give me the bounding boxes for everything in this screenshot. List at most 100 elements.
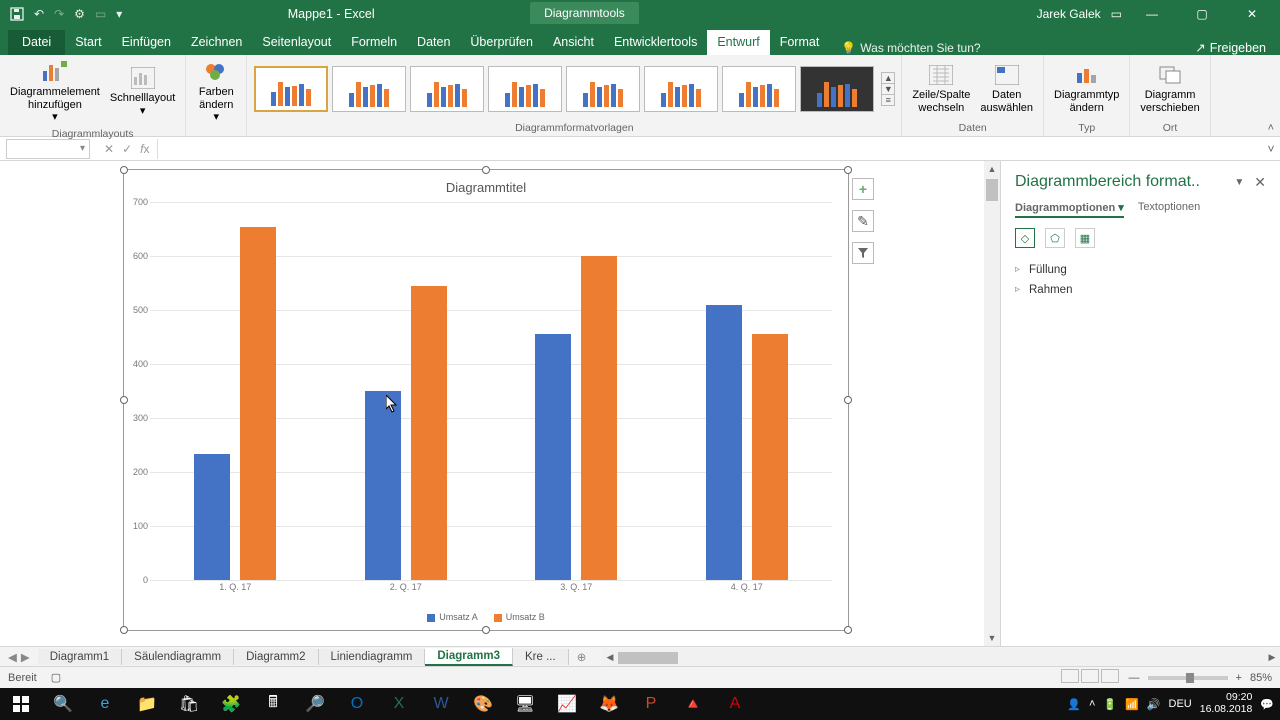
undo-icon[interactable]: ↶ — [34, 7, 44, 21]
border-section[interactable]: Rahmen — [1015, 280, 1266, 300]
store-icon[interactable]: 🛍 — [168, 688, 210, 720]
move-chart-button[interactable]: Diagramm verschieben — [1136, 61, 1203, 116]
redo-icon[interactable]: ↷ — [54, 7, 64, 21]
tab-seitenlayout[interactable]: Seitenlayout — [252, 30, 341, 55]
chart-object[interactable]: + ✎ Diagrammtitel 0100200300400500600700… — [123, 169, 849, 631]
save-icon[interactable] — [10, 7, 24, 21]
firefox-icon[interactable]: 🦊 — [588, 688, 630, 720]
chart-style-6[interactable] — [644, 66, 718, 112]
tab-entwurf[interactable]: Entwurf — [707, 30, 769, 55]
scroll-left-icon[interactable]: ◀ — [602, 650, 618, 666]
tab-file[interactable]: Datei — [8, 30, 65, 55]
scroll-thumb[interactable] — [986, 179, 998, 201]
tell-me-search[interactable]: 💡Was möchten Sie tun? — [841, 41, 980, 55]
scroll-right-icon[interactable]: ▶ — [1264, 650, 1280, 666]
bar-UmsatzB-3[interactable] — [752, 334, 788, 580]
tab-entwicklertools[interactable]: Entwicklertools — [604, 30, 707, 55]
chart-filter-button[interactable] — [852, 242, 874, 264]
qat-extra-icon[interactable]: ⚙ — [74, 7, 85, 21]
switch-row-column-button[interactable]: Zeile/Spalte wechseln — [908, 61, 974, 116]
chart-styles-more[interactable]: ▲▼≡ — [881, 72, 895, 106]
bar-UmsatzA-2[interactable] — [535, 334, 571, 580]
tab-daten[interactable]: Daten — [407, 30, 460, 55]
sheet-tab[interactable]: Kre ... — [513, 649, 569, 665]
sheet-tab[interactable]: Liniendiagramm — [319, 649, 426, 665]
fx-icon[interactable]: fx — [140, 142, 149, 156]
tab-start[interactable]: Start — [65, 30, 111, 55]
select-data-button[interactable]: Daten auswählen — [976, 61, 1037, 116]
chart-style-5[interactable] — [566, 66, 640, 112]
tab-formeln[interactable]: Formeln — [341, 30, 407, 55]
chart-style-2[interactable] — [332, 66, 406, 112]
plot-area[interactable]: 0100200300400500600700 1. Q. 172. Q. 173… — [150, 202, 832, 580]
tab-ueberpruefen[interactable]: Überprüfen — [460, 30, 543, 55]
resize-handle[interactable] — [482, 626, 490, 634]
chart-style-4[interactable] — [488, 66, 562, 112]
bar-UmsatzB-1[interactable] — [411, 286, 447, 580]
change-colors-button[interactable]: Farben ändern ▾ — [192, 58, 240, 126]
pane-dropdown-icon[interactable]: ▼ — [1234, 177, 1244, 188]
search-icon[interactable]: 🔍 — [42, 688, 84, 720]
sheet-tab-active[interactable]: Diagramm3 — [425, 648, 513, 666]
sheet-tab[interactable]: Diagramm2 — [234, 649, 318, 665]
sheet-tab[interactable]: Diagramm1 — [38, 649, 122, 665]
chart-legend[interactable]: Umsatz A Umsatz B — [124, 612, 848, 622]
resize-handle[interactable] — [120, 166, 128, 174]
chart-style-1[interactable] — [254, 66, 328, 112]
bar-UmsatzA-3[interactable] — [706, 305, 742, 580]
app-icon[interactable]: 🔎 — [294, 688, 336, 720]
scroll-thumb[interactable] — [618, 652, 678, 664]
touch-mode-icon[interactable]: ▭ — [95, 7, 106, 21]
chart-styles-button[interactable]: ✎ — [852, 210, 874, 232]
app-icon[interactable]: 🧩 — [210, 688, 252, 720]
change-chart-type-button[interactable]: Diagrammtyp ändern — [1050, 61, 1123, 116]
word-icon[interactable]: W — [420, 688, 462, 720]
macro-record-icon[interactable]: ▢ — [51, 671, 61, 684]
tab-einfuegen[interactable]: Einfügen — [112, 30, 181, 55]
cancel-formula-icon[interactable]: ✕ — [104, 142, 114, 156]
qat-dropdown-icon[interactable]: ▾ — [116, 7, 122, 21]
tray-chevron-icon[interactable]: ˄ — [1089, 698, 1095, 710]
app-icon[interactable]: 🖥 — [504, 688, 546, 720]
resize-handle[interactable] — [844, 626, 852, 634]
vertical-scrollbar[interactable]: ▲ ▼ — [984, 161, 1000, 646]
horizontal-scrollbar[interactable]: ◀ ▶ — [602, 649, 1280, 666]
tab-format[interactable]: Format — [770, 30, 830, 55]
sheet-area[interactable]: + ✎ Diagrammtitel 0100200300400500600700… — [0, 161, 1000, 646]
vlc-icon[interactable]: 🔺 — [672, 688, 714, 720]
battery-icon[interactable]: 🔋 — [1103, 698, 1117, 711]
calculator-icon[interactable]: 🖩 — [252, 688, 294, 720]
fill-section[interactable]: Füllung — [1015, 260, 1266, 280]
wifi-icon[interactable]: 📶 — [1125, 698, 1139, 711]
sheet-nav-next-icon[interactable]: ▶ — [21, 650, 30, 664]
powerpoint-icon[interactable]: P — [630, 688, 672, 720]
bar-UmsatzB-2[interactable] — [581, 256, 617, 580]
sheet-tab[interactable]: Säulendiagramm — [122, 649, 234, 665]
quick-layout-button[interactable]: Schnelllayout ▾ — [106, 64, 179, 119]
file-explorer-icon[interactable]: 📁 — [126, 688, 168, 720]
language-indicator[interactable]: DEU — [1169, 698, 1192, 710]
action-center-icon[interactable]: 💬 — [1260, 698, 1274, 711]
close-button[interactable]: ✕ — [1232, 0, 1272, 28]
resize-handle[interactable] — [482, 166, 490, 174]
effects-tab-icon[interactable]: ⬠ — [1045, 228, 1065, 248]
zoom-slider[interactable] — [1148, 676, 1228, 680]
tab-ansicht[interactable]: Ansicht — [543, 30, 604, 55]
collapse-ribbon-icon[interactable]: ˄ — [1268, 122, 1274, 134]
excel-icon[interactable]: X — [378, 688, 420, 720]
scroll-up-icon[interactable]: ▲ — [984, 161, 1000, 177]
zoom-level[interactable]: 85% — [1250, 672, 1272, 684]
people-icon[interactable]: 👤 — [1067, 698, 1081, 711]
chart-elements-button[interactable]: + — [852, 178, 874, 200]
app-icon[interactable]: 📈 — [546, 688, 588, 720]
add-sheet-icon[interactable]: ⊕ — [569, 650, 595, 664]
acrobat-icon[interactable]: A — [714, 688, 756, 720]
zoom-in-icon[interactable]: + — [1236, 672, 1242, 684]
view-buttons[interactable] — [1061, 669, 1121, 686]
pane-tab-chart-options[interactable]: Diagrammoptionen ▾ — [1015, 201, 1124, 218]
sheet-nav-prev-icon[interactable]: ◀ — [8, 650, 17, 664]
outlook-icon[interactable]: O — [336, 688, 378, 720]
expand-formula-bar-icon[interactable]: ˅ — [1262, 142, 1280, 156]
account-icon[interactable]: ▭ — [1111, 7, 1122, 21]
close-pane-icon[interactable]: ✕ — [1254, 174, 1266, 191]
